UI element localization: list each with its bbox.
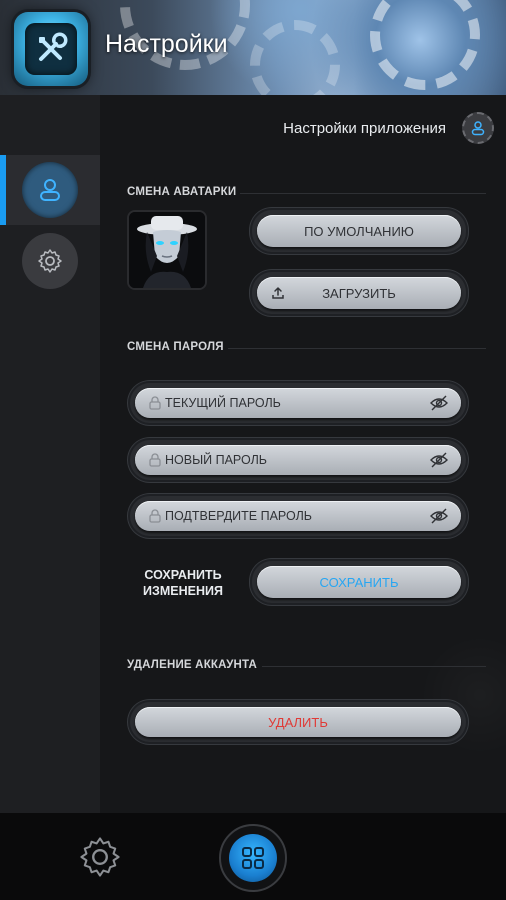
eye-off-icon[interactable]: [429, 395, 449, 411]
avatar-image: [127, 210, 207, 290]
panel-heading: Настройки приложения: [283, 119, 446, 137]
page-title: Настройки: [105, 30, 228, 58]
lock-icon: [149, 509, 161, 523]
default-avatar-button-label: ПО УМОЛЧАНИЮ: [257, 215, 461, 247]
confirm-password-placeholder: ПОДТВЕРДИТЕ ПАРОЛЬ: [165, 509, 312, 523]
panel-header: Настройки приложения: [283, 112, 494, 144]
avatar-portrait: [129, 212, 205, 288]
section-title-password: СМЕНА ПАРОЛЯ: [127, 341, 224, 353]
divider: [262, 666, 486, 667]
save-button[interactable]: СОХРАНИТЬ: [250, 559, 468, 605]
user-icon: [471, 121, 485, 136]
new-password-placeholder: НОВЫЙ ПАРОЛЬ: [165, 453, 267, 467]
default-avatar-button[interactable]: ПО УМОЛЧАНИЮ: [250, 208, 468, 254]
app-icon[interactable]: [14, 12, 88, 86]
upload-avatar-button-body: ЗАГРУЗИТЬ: [257, 277, 461, 309]
save-button-label: СОХРАНИТЬ: [257, 566, 461, 598]
gear-icon[interactable]: [78, 835, 122, 879]
delete-account-button[interactable]: УДАЛИТЬ: [128, 700, 468, 744]
confirm-password-field[interactable]: ПОДТВЕРДИТЕ ПАРОЛЬ: [128, 494, 468, 538]
sidebar-item-profile[interactable]: [22, 162, 78, 218]
user-icon: [40, 179, 60, 201]
current-password-field[interactable]: ТЕКУЩИЙ ПАРОЛЬ: [128, 381, 468, 425]
settings-panel: Настройки приложения СМЕНА АВАТАРКИ ПО У…: [100, 95, 506, 813]
upload-icon: [272, 286, 284, 299]
gear-icon: [38, 249, 62, 273]
profile-button[interactable]: [462, 112, 494, 144]
sidebar: [0, 95, 100, 813]
upload-avatar-button[interactable]: ЗАГРУЗИТЬ: [250, 270, 468, 316]
divider: [240, 193, 486, 194]
home-menu-button[interactable]: [219, 824, 287, 892]
eye-off-icon[interactable]: [429, 508, 449, 524]
header-bar: Настройки: [0, 0, 506, 95]
eye-off-icon[interactable]: [429, 452, 449, 468]
upload-avatar-button-label: ЗАГРУЗИТЬ: [322, 285, 396, 301]
current-password-field-body: ТЕКУЩИЙ ПАРОЛЬ: [135, 388, 461, 418]
gear-decoration: [250, 20, 340, 95]
gear-decoration: [370, 0, 480, 90]
confirm-password-field-body: ПОДТВЕРДИТЕ ПАРОЛЬ: [135, 501, 461, 531]
section-title-avatar: СМЕНА АВАТАРКИ: [127, 186, 237, 198]
section-title-delete: УДАЛЕНИЕ АККАУНТА: [127, 659, 258, 671]
divider: [228, 348, 486, 349]
sidebar-item-settings[interactable]: [22, 233, 78, 289]
bottom-nav: [0, 813, 506, 900]
delete-account-button-label: УДАЛИТЬ: [135, 707, 461, 737]
save-changes-label: СОХРАНИТЬ ИЗМЕНЕНИЯ: [143, 568, 223, 598]
new-password-field[interactable]: НОВЫЙ ПАРОЛЬ: [128, 438, 468, 482]
sidebar-active-indicator: [0, 155, 6, 225]
current-password-placeholder: ТЕКУЩИЙ ПАРОЛЬ: [165, 396, 281, 410]
lock-icon: [149, 396, 161, 410]
grid-icon: [242, 847, 264, 869]
tools-icon: [39, 32, 68, 61]
new-password-field-body: НОВЫЙ ПАРОЛЬ: [135, 445, 461, 475]
lock-icon: [149, 453, 161, 467]
